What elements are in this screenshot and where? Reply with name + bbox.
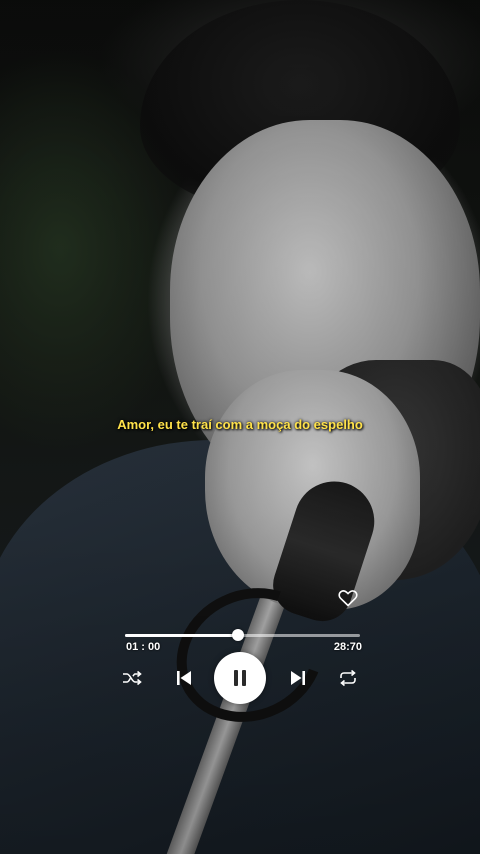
progress-fill — [125, 634, 238, 637]
lyric-caption: Amor, eu te traí com a moça do espelho — [117, 417, 363, 432]
progress-knob[interactable] — [231, 629, 244, 641]
shuffle-button[interactable] — [120, 667, 144, 689]
skip-previous-icon — [177, 671, 191, 685]
total-time: 28:70 — [333, 641, 362, 653]
previous-button[interactable] — [172, 667, 196, 689]
video-player-screen: Amor, eu te traí com a moça do espelho 0… — [0, 0, 480, 854]
shuffle-icon — [123, 670, 142, 686]
progress-bar[interactable] — [125, 629, 360, 641]
next-button[interactable] — [286, 667, 310, 689]
pause-icon — [234, 670, 246, 686]
pause-button[interactable] — [214, 652, 266, 704]
repeat-button[interactable] — [336, 667, 360, 689]
heart-outline-icon[interactable] — [338, 589, 358, 607]
current-time: 01 : 00 — [126, 641, 161, 653]
repeat-icon — [340, 669, 356, 687]
skip-next-icon — [291, 671, 305, 685]
